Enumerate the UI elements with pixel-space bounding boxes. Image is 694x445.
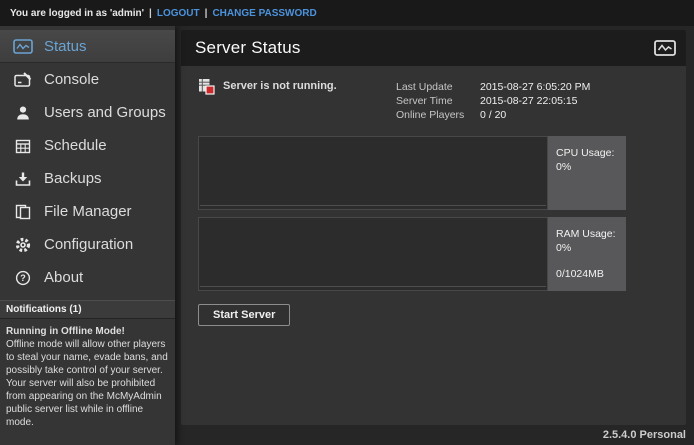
stat-row: Last Update 2015-08-27 6:05:20 PM bbox=[396, 80, 614, 94]
logged-in-text: You are logged in as 'admin' bbox=[10, 8, 144, 19]
sidebar-item-backups[interactable]: Backups bbox=[0, 162, 175, 195]
sidebar-item-label: Configuration bbox=[44, 236, 133, 253]
notifications-header: Notifications (1) bbox=[0, 300, 175, 319]
separator: | bbox=[149, 8, 152, 19]
server-state: Server is not running. bbox=[198, 80, 337, 122]
topbar: You are logged in as 'admin' | LOGOUT | … bbox=[0, 0, 694, 26]
ram-usage-label: RAM Usage: 0% 0/1024MB bbox=[548, 217, 626, 291]
main-area: Server Status bbox=[175, 26, 694, 445]
users-icon bbox=[12, 104, 34, 122]
server-stats: Last Update 2015-08-27 6:05:20 PM Server… bbox=[396, 80, 614, 122]
cpu-usage-label: CPU Usage: 0% bbox=[548, 136, 626, 210]
sidebar-item-schedule[interactable]: Schedule bbox=[0, 129, 175, 162]
sidebar-item-label: File Manager bbox=[44, 203, 132, 220]
cpu-usage-chart bbox=[198, 136, 548, 210]
stat-row: Server Time 2015-08-27 22:05:15 bbox=[396, 94, 614, 108]
sidebar-item-label: Users and Groups bbox=[44, 104, 166, 121]
gear-icon bbox=[12, 236, 34, 254]
start-server-button[interactable]: Start Server bbox=[198, 304, 290, 326]
panel-title: Server Status bbox=[195, 38, 301, 58]
backups-download-icon bbox=[12, 170, 34, 188]
svg-text:?: ? bbox=[20, 273, 26, 283]
version-label: 2.5.4.0 Personal bbox=[603, 429, 686, 441]
notifications-body: Running in Offline Mode! Offline mode wi… bbox=[0, 319, 175, 429]
sidebar-item-label: Console bbox=[44, 71, 99, 88]
server-state-message: Server is not running. bbox=[223, 80, 337, 92]
sidebar-item-about[interactable]: ? About bbox=[0, 261, 175, 294]
stat-label: Server Time bbox=[396, 94, 480, 108]
panel-body: Server is not running. Last Update 2015-… bbox=[181, 66, 686, 326]
sidebar-item-configuration[interactable]: Configuration bbox=[0, 228, 175, 261]
cpu-usage-value: 0% bbox=[556, 160, 618, 174]
notification-text: Offline mode will allow other players to… bbox=[6, 339, 168, 428]
ram-usage-row: RAM Usage: 0% 0/1024MB bbox=[198, 217, 626, 291]
sidebar-item-users-and-groups[interactable]: Users and Groups bbox=[0, 96, 175, 129]
server-status-panel: Server Status bbox=[181, 30, 686, 425]
notification-title: Running in Offline Mode! bbox=[6, 325, 169, 338]
stat-row: Online Players 0 / 20 bbox=[396, 108, 614, 122]
cpu-usage-row: CPU Usage: 0% bbox=[198, 136, 626, 210]
sidebar-item-console[interactable]: Console bbox=[0, 63, 175, 96]
stat-label: Last Update bbox=[396, 80, 480, 94]
footer: 2.5.4.0 Personal bbox=[175, 425, 694, 445]
server-stopped-icon bbox=[198, 78, 215, 95]
file-manager-icon bbox=[12, 203, 34, 221]
sidebar-item-label: Schedule bbox=[44, 137, 107, 154]
console-icon bbox=[12, 71, 34, 89]
chart-baseline bbox=[200, 286, 546, 287]
sidebar-item-label: Backups bbox=[44, 170, 102, 187]
ram-usage-chart bbox=[198, 217, 548, 291]
logout-link[interactable]: LOGOUT bbox=[157, 8, 200, 19]
ram-usage-amount: 0/1024MB bbox=[556, 267, 618, 281]
sidebar: Status Console Users and Groups bbox=[0, 26, 175, 445]
status-chart-icon bbox=[12, 37, 34, 55]
status-chart-icon bbox=[654, 40, 676, 56]
panel-header: Server Status bbox=[181, 30, 686, 66]
stat-value: 2015-08-27 22:05:15 bbox=[480, 94, 578, 108]
change-password-link[interactable]: CHANGE PASSWORD bbox=[212, 8, 316, 19]
stat-label: Online Players bbox=[396, 108, 480, 122]
stat-value: 0 / 20 bbox=[480, 108, 506, 122]
status-row: Server is not running. Last Update 2015-… bbox=[198, 80, 669, 122]
chart-baseline bbox=[200, 205, 546, 206]
stat-value: 2015-08-27 6:05:20 PM bbox=[480, 80, 590, 94]
about-question-icon: ? bbox=[12, 269, 34, 287]
sidebar-item-file-manager[interactable]: File Manager bbox=[0, 195, 175, 228]
sidebar-menu: Status Console Users and Groups bbox=[0, 26, 175, 294]
sidebar-item-label: Status bbox=[44, 38, 87, 55]
sidebar-item-status[interactable]: Status bbox=[0, 30, 175, 63]
separator: | bbox=[205, 8, 208, 19]
cpu-usage-title: CPU Usage: bbox=[556, 146, 618, 160]
ram-usage-value: 0% bbox=[556, 241, 618, 255]
schedule-calendar-icon bbox=[12, 137, 34, 155]
ram-usage-title: RAM Usage: bbox=[556, 227, 618, 241]
sidebar-item-label: About bbox=[44, 269, 83, 286]
